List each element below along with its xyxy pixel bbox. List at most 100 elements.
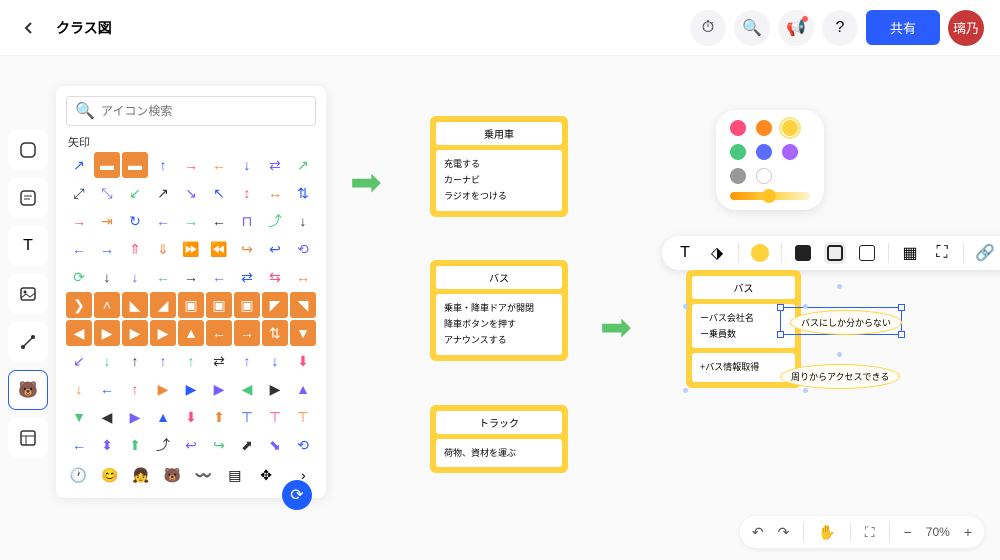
- arrow-glyph[interactable]: ↻: [122, 208, 148, 234]
- arrow-glyph[interactable]: ◢: [150, 292, 176, 318]
- arrow-glyph[interactable]: ▣: [206, 292, 232, 318]
- avatar[interactable]: 璃乃: [948, 10, 984, 46]
- arrow-glyph[interactable]: ←: [94, 376, 120, 402]
- arrow-glyph[interactable]: ⇥: [94, 208, 120, 234]
- arrow-glyph[interactable]: ◀: [94, 404, 120, 430]
- arrow-glyph[interactable]: ▲: [178, 320, 204, 346]
- arrow-glyph[interactable]: ⬍: [94, 432, 120, 458]
- arrow-glyph[interactable]: ⬊: [262, 432, 288, 458]
- arrow-glyph[interactable]: ⇄: [234, 264, 260, 290]
- move-icon[interactable]: ✥: [254, 462, 279, 488]
- arrow-glyph[interactable]: ▬: [122, 152, 148, 178]
- search-icon[interactable]: 🔍: [734, 10, 770, 46]
- connector-tool[interactable]: [8, 322, 48, 362]
- arrow-glyph[interactable]: ←: [206, 152, 232, 178]
- arrow-glyph[interactable]: ↔: [290, 264, 316, 290]
- arrow-glyph[interactable]: ⇅: [290, 180, 316, 206]
- arrow-glyph[interactable]: ❯: [66, 292, 92, 318]
- layout-tool[interactable]: [8, 418, 48, 458]
- fill-none[interactable]: [856, 242, 878, 264]
- icon-search[interactable]: 🔍: [66, 96, 316, 126]
- arrow-glyph[interactable]: ▶: [150, 320, 176, 346]
- announce-icon[interactable]: 📢: [778, 10, 814, 46]
- annotation-2[interactable]: 周りからアクセスできる: [780, 364, 900, 389]
- wave-icon[interactable]: 〰️: [191, 462, 216, 488]
- share-button[interactable]: 共有: [866, 10, 940, 45]
- arrow-glyph[interactable]: ↑: [178, 348, 204, 374]
- arrow-glyph[interactable]: ↑: [150, 348, 176, 374]
- arrow-glyph[interactable]: ⊤: [290, 404, 316, 430]
- hand-icon[interactable]: ✋: [818, 524, 835, 541]
- arrow-glyph[interactable]: ⏩: [178, 236, 204, 262]
- arrow-glyph[interactable]: ↙: [66, 348, 92, 374]
- undo-icon[interactable]: ↶: [752, 524, 764, 541]
- link-icon[interactable]: 🔗: [974, 242, 996, 264]
- arrow-glyph[interactable]: ↗: [66, 152, 92, 178]
- color-gray[interactable]: [730, 168, 746, 184]
- arrow-glyph[interactable]: ↕: [234, 180, 260, 206]
- color-blue[interactable]: [756, 144, 772, 160]
- shape-style-icon[interactable]: ⬗: [706, 242, 728, 264]
- arrow-glyph[interactable]: ⟲: [290, 432, 316, 458]
- arrow-glyph[interactable]: ↖: [206, 180, 232, 206]
- arrow-glyph[interactable]: ←: [150, 264, 176, 290]
- arrow-glyph[interactable]: ↪: [234, 236, 260, 262]
- redo-icon[interactable]: ↷: [778, 524, 790, 541]
- arrow-glyph[interactable]: ↗: [290, 152, 316, 178]
- fill-solid[interactable]: [792, 242, 814, 264]
- arrow-glyph[interactable]: ⤴: [150, 432, 176, 458]
- arrow-glyph[interactable]: →: [234, 320, 260, 346]
- arrow-glyph[interactable]: ⇄: [206, 348, 232, 374]
- bear-icon[interactable]: 🐻: [160, 462, 185, 488]
- arrow-glyph[interactable]: ↗: [150, 180, 176, 206]
- color-white[interactable]: [756, 168, 772, 184]
- arrow-glyph[interactable]: ↓: [234, 152, 260, 178]
- face-icon[interactable]: 😊: [97, 462, 122, 488]
- arrow-glyph[interactable]: ↓: [94, 264, 120, 290]
- arrow-glyph[interactable]: ◥: [290, 292, 316, 318]
- card-truck[interactable]: トラック 荷物、資材を運ぶ: [430, 405, 568, 473]
- card-bus1[interactable]: バス 乗車・降車ドアが開閉 降車ボタンを押す アナウンスする: [430, 260, 568, 361]
- help-icon[interactable]: ?: [822, 10, 858, 46]
- arrow-glyph[interactable]: ↩: [262, 236, 288, 262]
- arrow-glyph[interactable]: ←: [150, 208, 176, 234]
- arrow-glyph[interactable]: ▼: [66, 404, 92, 430]
- arrow-glyph[interactable]: ⊤: [262, 404, 288, 430]
- arrow-glyph[interactable]: ↑: [122, 348, 148, 374]
- arrow-glyph[interactable]: ▲: [150, 404, 176, 430]
- arrow-glyph[interactable]: ⬇: [290, 348, 316, 374]
- arrow-glyph[interactable]: ▶: [262, 376, 288, 402]
- arrow-glyph[interactable]: ⬈: [234, 432, 260, 458]
- text-style-icon[interactable]: T: [674, 242, 696, 264]
- arrow-glyph[interactable]: ⟳: [66, 264, 92, 290]
- pattern-icon[interactable]: ▦: [899, 242, 921, 264]
- arrow-glyph[interactable]: ⇓: [150, 236, 176, 262]
- arrow-glyph[interactable]: ◀: [234, 376, 260, 402]
- arrow-glyph[interactable]: ▲: [290, 376, 316, 402]
- arrow-glyph[interactable]: ←: [66, 432, 92, 458]
- person-icon[interactable]: 👧: [129, 462, 154, 488]
- image-tool[interactable]: [8, 274, 48, 314]
- arrow-glyph[interactable]: ˄: [94, 292, 120, 318]
- arrow-glyph[interactable]: ↩: [178, 432, 204, 458]
- arrow-glyph[interactable]: ▣: [178, 292, 204, 318]
- fit-icon[interactable]: ⛶: [865, 524, 875, 541]
- arrow-glyph[interactable]: ▶: [150, 376, 176, 402]
- arrow-glyph[interactable]: ⇅: [262, 320, 288, 346]
- icon-library-tool[interactable]: 🐻: [8, 370, 48, 410]
- arrow-glyph[interactable]: ▶: [178, 376, 204, 402]
- arrow-glyph[interactable]: ▶: [122, 320, 148, 346]
- expand-icon[interactable]: ⛶: [931, 242, 953, 264]
- arrow-glyph[interactable]: ↓: [94, 348, 120, 374]
- arrow-glyph[interactable]: ▼: [290, 320, 316, 346]
- fill-color[interactable]: [749, 242, 771, 264]
- arrow-glyph[interactable]: ↑: [234, 348, 260, 374]
- timer-icon[interactable]: ⏱: [690, 10, 726, 46]
- clock-icon[interactable]: 🕐: [66, 462, 91, 488]
- arrow-glyph[interactable]: →: [66, 208, 92, 234]
- arrow-glyph[interactable]: ▶: [94, 320, 120, 346]
- color-slider[interactable]: [730, 192, 810, 200]
- arrow-glyph[interactable]: ↙: [122, 180, 148, 206]
- arrow-glyph[interactable]: ←: [206, 208, 232, 234]
- arrow-glyph[interactable]: ↓: [66, 376, 92, 402]
